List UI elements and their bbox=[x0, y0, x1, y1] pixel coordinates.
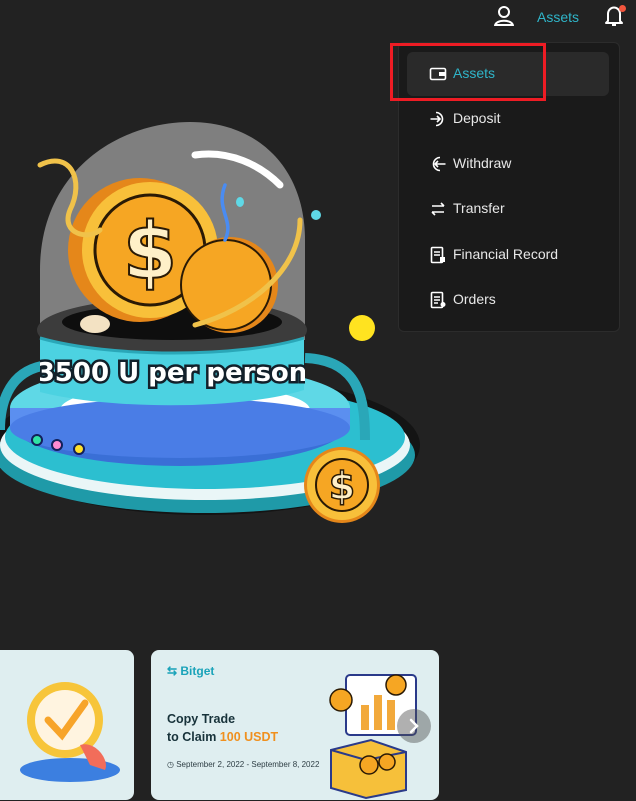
chevron-right-icon bbox=[409, 718, 419, 734]
menu-item-label: Transfer bbox=[453, 200, 505, 216]
menu-item-withdraw[interactable]: Withdraw bbox=[407, 142, 609, 186]
checkmark-illustration bbox=[20, 682, 120, 782]
financial-record-icon bbox=[430, 246, 445, 264]
bitget-logo-icon: ⇆ bbox=[167, 664, 181, 678]
carousel-next-button[interactable] bbox=[397, 709, 431, 743]
banner-date: ◷ September 2, 2022 - September 8, 2022 bbox=[167, 760, 319, 769]
notification-dot bbox=[619, 5, 626, 12]
bitget-logo: ⇆ Bitget bbox=[167, 664, 214, 678]
orders-icon bbox=[430, 291, 446, 309]
menu-item-transfer[interactable]: Transfer bbox=[407, 187, 609, 231]
menu-item-orders[interactable]: Orders bbox=[407, 278, 609, 322]
bitget-logo-text: Bitget bbox=[180, 664, 215, 678]
banner-title-highlight: 100 USDT bbox=[219, 730, 279, 744]
menu-item-label: Withdraw bbox=[453, 155, 512, 171]
hero-illustration: $ $ bbox=[0, 122, 420, 523]
svg-text:$: $ bbox=[123, 207, 177, 297]
banner-date-text: September 2, 2022 - September 8, 2022 bbox=[176, 760, 320, 769]
menu-item-deposit[interactable]: Deposit bbox=[407, 97, 609, 141]
hero-title-svg: 3500 U per person bbox=[40, 356, 305, 391]
transfer-icon bbox=[431, 202, 445, 216]
hero-title: 3500 U per person bbox=[40, 358, 305, 388]
assets-dropdown-menu: Assets Deposit Withdraw Transfer Financi… bbox=[398, 42, 620, 332]
svg-text:$: $ bbox=[329, 464, 355, 508]
menu-item-financial-record[interactable]: Financial Record bbox=[407, 233, 609, 277]
wallet-icon bbox=[429, 67, 447, 81]
clock-icon: ◷ bbox=[167, 760, 177, 769]
banner-title: Copy Trade to Claim 100 USDT bbox=[167, 710, 278, 746]
menu-item-label: Orders bbox=[453, 291, 496, 307]
promo-banner-copy-trade[interactable]: ⇆ Bitget Copy Trade to Claim 100 USDT ◷ … bbox=[151, 650, 439, 800]
withdraw-icon bbox=[432, 156, 446, 172]
banner-title-line2: to Claim bbox=[167, 730, 220, 744]
top-bar: Assets bbox=[0, 0, 636, 36]
deposit-icon bbox=[430, 111, 444, 127]
menu-item-label: Deposit bbox=[453, 110, 501, 126]
assets-nav-link[interactable]: Assets bbox=[537, 9, 579, 25]
user-icon[interactable] bbox=[492, 4, 516, 28]
promo-banner-left[interactable]: 22 bbox=[0, 650, 134, 800]
menu-item-label: Financial Record bbox=[453, 246, 559, 262]
menu-item-assets[interactable]: Assets bbox=[407, 52, 609, 96]
menu-item-label: Assets bbox=[453, 65, 496, 81]
banner-title-line1: Copy Trade bbox=[167, 712, 236, 726]
